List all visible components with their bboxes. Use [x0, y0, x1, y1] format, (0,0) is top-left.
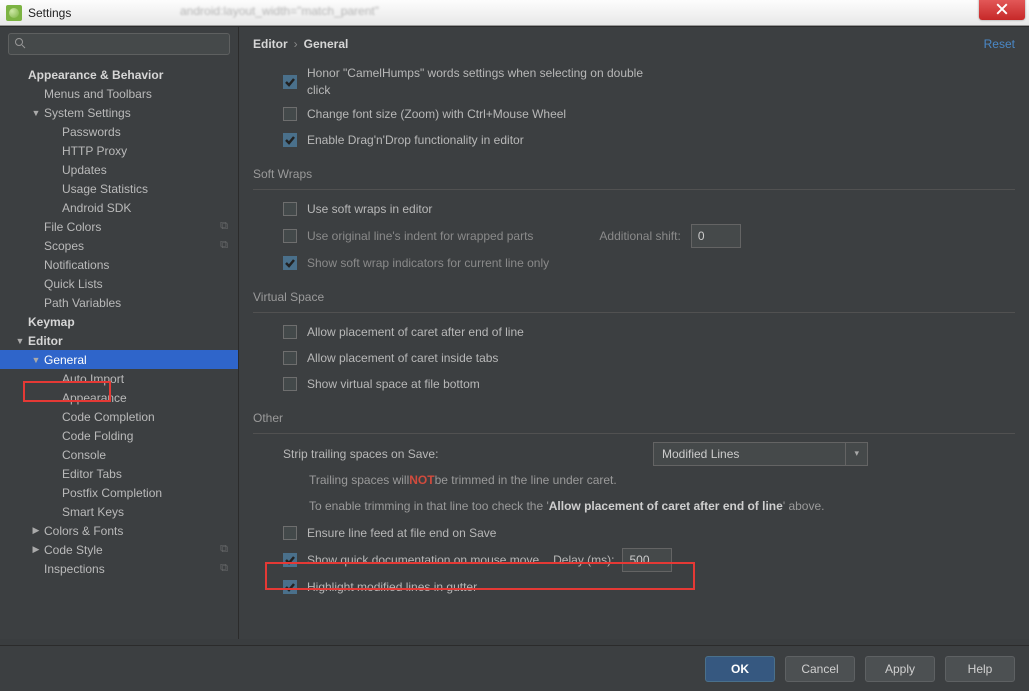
chevron-down-icon: ▾ — [845, 443, 859, 465]
window-title: Settings — [28, 6, 71, 20]
label-delay: Delay (ms): — [553, 553, 614, 567]
ok-button[interactable]: OK — [705, 656, 775, 682]
reset-link[interactable]: Reset — [984, 37, 1015, 51]
close-icon — [996, 3, 1008, 15]
checkbox-dnd[interactable] — [283, 133, 297, 147]
breadcrumb: Editor › General Reset — [239, 27, 1029, 61]
sidebar: Appearance & Behavior Menus and Toolbars… — [0, 27, 239, 639]
checkbox-caret-eol[interactable] — [283, 325, 297, 339]
settings-tree: Appearance & Behavior Menus and Toolbars… — [0, 61, 238, 639]
checkbox-ensure-lf[interactable] — [283, 526, 297, 540]
separator — [253, 433, 1015, 434]
checkbox-honor-camelhumps[interactable] — [283, 75, 297, 89]
label-soft-indicators: Show soft wrap indicators for current li… — [307, 256, 549, 270]
tree-passwords[interactable]: Passwords — [0, 122, 238, 141]
dialog-footer: OK Cancel Apply Help — [0, 645, 1029, 691]
tree-notifications[interactable]: Notifications — [0, 255, 238, 274]
label-caret-eol: Allow placement of caret after end of li… — [307, 325, 524, 339]
content-panel: Editor › General Reset Honor "CamelHumps… — [239, 27, 1029, 639]
tree-general[interactable]: ▼General — [0, 350, 238, 369]
label-quick-doc: Show quick documentation on mouse move — [307, 553, 539, 567]
tree-code-folding[interactable]: Code Folding — [0, 426, 238, 445]
label-zoom: Change font size (Zoom) with Ctrl+Mouse … — [307, 107, 566, 121]
tree-console[interactable]: Console — [0, 445, 238, 464]
section-other: Other — [253, 397, 1015, 429]
shared-icon: ⧉ — [220, 239, 228, 252]
tree-updates[interactable]: Updates — [0, 160, 238, 179]
search-input[interactable] — [8, 33, 230, 55]
tree-auto-import[interactable]: Auto Import — [0, 369, 238, 388]
tree-code-completion[interactable]: Code Completion — [0, 407, 238, 426]
checkbox-quick-doc[interactable] — [283, 553, 297, 567]
tree-smart-keys[interactable]: Smart Keys — [0, 502, 238, 521]
checkbox-virt-bottom[interactable] — [283, 377, 297, 391]
window-close-button[interactable] — [979, 0, 1025, 20]
background-blurred-text: android:layout_width="match_parent" — [180, 4, 379, 18]
tree-menus-toolbars[interactable]: Menus and Toolbars — [0, 84, 238, 103]
checkbox-hl-gutter[interactable] — [283, 580, 297, 594]
input-delay-ms[interactable] — [622, 548, 672, 572]
tree-appearance-behavior[interactable]: Appearance & Behavior — [0, 65, 238, 84]
shared-icon: ⧉ — [220, 220, 228, 233]
section-soft-wraps: Soft Wraps — [253, 153, 1015, 185]
tree-colors-fonts[interactable]: ▶Colors & Fonts — [0, 521, 238, 540]
checkbox-orig-indent[interactable] — [283, 229, 297, 243]
tree-editor-tabs[interactable]: Editor Tabs — [0, 464, 238, 483]
tree-scopes[interactable]: Scopes⧉ — [0, 236, 238, 255]
note-enable-trimming: To enable trimming in that line too chec… — [253, 494, 1015, 520]
tree-inspections[interactable]: Inspections⧉ — [0, 559, 238, 578]
label-dnd: Enable Drag'n'Drop functionality in edit… — [307, 133, 524, 147]
note-trimming: Trailing spaces will NOT be trimmed in t… — [253, 468, 1015, 494]
tree-usage-statistics[interactable]: Usage Statistics — [0, 179, 238, 198]
tree-editor[interactable]: ▼Editor — [0, 331, 238, 350]
tree-postfix-completion[interactable]: Postfix Completion — [0, 483, 238, 502]
tree-code-style[interactable]: ▶Code Style⧉ — [0, 540, 238, 559]
titlebar: Settings android:layout_width="match_par… — [0, 0, 1029, 26]
breadcrumb-general: General — [304, 37, 349, 51]
cancel-button[interactable]: Cancel — [785, 656, 855, 682]
label-honor-camelhumps: Honor "CamelHumps" words settings when s… — [307, 65, 667, 99]
shared-icon: ⧉ — [220, 562, 228, 575]
label-additional-shift: Additional shift: — [599, 229, 680, 243]
apply-button[interactable]: Apply — [865, 656, 935, 682]
shared-icon: ⧉ — [220, 543, 228, 556]
label-use-soft-wraps: Use soft wraps in editor — [307, 202, 432, 216]
tree-keymap[interactable]: Keymap — [0, 312, 238, 331]
app-icon — [6, 5, 22, 21]
help-button[interactable]: Help — [945, 656, 1015, 682]
label-ensure-lf: Ensure line feed at file end on Save — [307, 526, 496, 540]
breadcrumb-editor[interactable]: Editor — [253, 37, 288, 51]
tree-system-settings[interactable]: ▼System Settings — [0, 103, 238, 122]
input-additional-shift[interactable] — [691, 224, 741, 248]
select-value: Modified Lines — [662, 447, 739, 461]
label-virt-bottom: Show virtual space at file bottom — [307, 377, 480, 391]
label-strip-trailing: Strip trailing spaces on Save: — [283, 447, 653, 461]
tree-quick-lists[interactable]: Quick Lists — [0, 274, 238, 293]
chevron-right-icon: › — [294, 37, 298, 51]
search-icon — [14, 37, 26, 52]
checkbox-caret-tabs[interactable] — [283, 351, 297, 365]
tree-path-variables[interactable]: Path Variables — [0, 293, 238, 312]
tree-appearance[interactable]: Appearance — [0, 388, 238, 407]
section-virtual-space: Virtual Space — [253, 276, 1015, 308]
tree-file-colors[interactable]: File Colors⧉ — [0, 217, 238, 236]
tree-http-proxy[interactable]: HTTP Proxy — [0, 141, 238, 160]
label-caret-tabs: Allow placement of caret inside tabs — [307, 351, 498, 365]
separator — [253, 312, 1015, 313]
checkbox-zoom[interactable] — [283, 107, 297, 121]
tree-android-sdk[interactable]: Android SDK — [0, 198, 238, 217]
label-hl-gutter: Highlight modified lines in gutter — [307, 580, 477, 594]
separator — [253, 189, 1015, 190]
checkbox-use-soft-wraps[interactable] — [283, 202, 297, 216]
label-orig-indent: Use original line's indent for wrapped p… — [307, 229, 533, 243]
select-strip-trailing[interactable]: Modified Lines ▾ — [653, 442, 868, 466]
checkbox-soft-indicators[interactable] — [283, 256, 297, 270]
